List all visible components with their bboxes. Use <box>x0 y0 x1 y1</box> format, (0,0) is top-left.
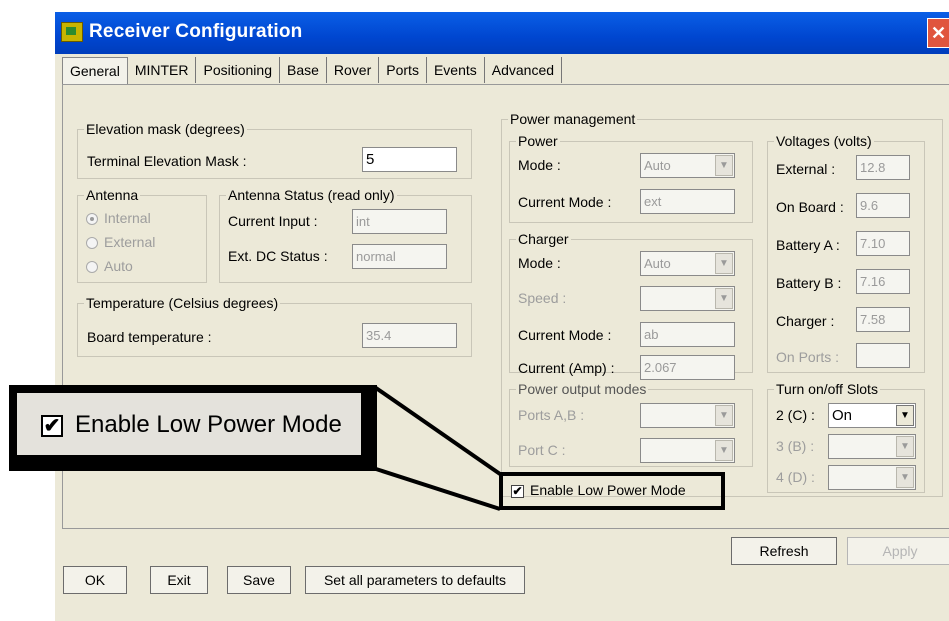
callout-line-bottom <box>375 467 501 511</box>
callout-box: ✔ Enable Low Power Mode <box>9 385 377 471</box>
callout-check-icon: ✔ <box>41 415 63 437</box>
callout-connector <box>374 386 502 511</box>
callout-label: Enable Low Power Mode <box>75 411 342 438</box>
callout-inner: ✔ Enable Low Power Mode <box>17 393 361 455</box>
callout-line-top <box>374 386 502 476</box>
